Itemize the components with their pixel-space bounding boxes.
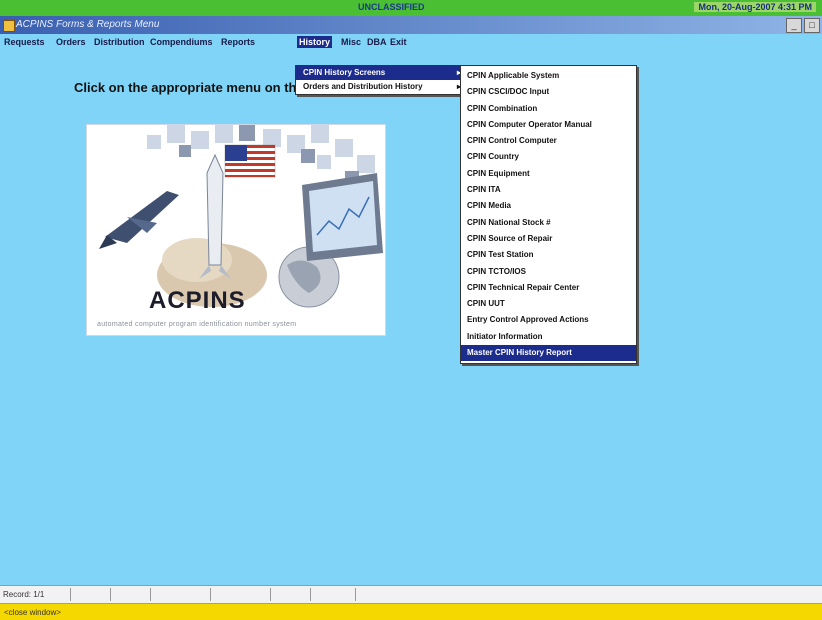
- menu-exit[interactable]: Exit: [388, 36, 409, 48]
- app-icon: [3, 20, 15, 32]
- classification-label: UNCLASSIFIED: [358, 2, 425, 12]
- submenu-item-master-cpin-history-report[interactable]: Master CPIN History Report: [461, 345, 636, 362]
- cpin-history-submenu: CPIN Applicable System CPIN CSCI/DOC Inp…: [460, 65, 637, 365]
- submenu-item-entry-control-approved-actions[interactable]: Entry Control Approved Actions: [461, 312, 636, 328]
- hint-bar: <close window>: [0, 603, 822, 620]
- menu-misc[interactable]: Misc: [339, 36, 363, 48]
- submenu-item-uut[interactable]: CPIN UUT: [461, 296, 636, 312]
- submenu-item-country[interactable]: CPIN Country: [461, 149, 636, 165]
- acpins-tagline: automated computer program identificatio…: [97, 321, 297, 328]
- acpins-logo-text: ACPINS: [149, 287, 246, 314]
- window-titlebar[interactable]: ACPINS Forms & Reports Menu _ □: [0, 16, 822, 34]
- history-item-cpin-screens[interactable]: CPIN History Screens ▸: [296, 66, 466, 80]
- submenu-item-source-of-repair[interactable]: CPIN Source of Repair: [461, 231, 636, 247]
- menu-history[interactable]: History: [297, 36, 333, 48]
- menu-bar: Requests Orders Distribution Compendiums…: [0, 34, 822, 50]
- submenu-item-ita[interactable]: CPIN ITA: [461, 182, 636, 198]
- history-dropdown: CPIN History Screens ▸ Orders and Distri…: [295, 65, 467, 95]
- datetime-display: Mon, 20-Aug-2007 4:31 PM: [694, 2, 816, 12]
- history-item-label: Orders and Distribution History: [303, 82, 423, 91]
- submenu-item-control-computer[interactable]: CPIN Control Computer: [461, 133, 636, 149]
- submenu-item-combination[interactable]: CPIN Combination: [461, 101, 636, 117]
- minimize-button[interactable]: _: [786, 18, 802, 33]
- menu-compendiums[interactable]: Compendiums: [148, 36, 215, 48]
- menu-distribution[interactable]: Distribution: [92, 36, 147, 48]
- submenu-item-test-station[interactable]: CPIN Test Station: [461, 247, 636, 263]
- maximize-button[interactable]: □: [804, 18, 820, 33]
- menu-dba[interactable]: DBA: [365, 36, 389, 48]
- menu-reports[interactable]: Reports: [219, 36, 257, 48]
- submenu-item-tcto-ios[interactable]: CPIN TCTO/IOS: [461, 264, 636, 280]
- history-item-orders-distribution[interactable]: Orders and Distribution History ▸: [296, 80, 466, 94]
- menu-orders[interactable]: Orders: [54, 36, 88, 48]
- submenu-item-media[interactable]: CPIN Media: [461, 198, 636, 214]
- status-divider: [70, 588, 71, 601]
- submenu-item-csci-doc-input[interactable]: CPIN CSCI/DOC Input: [461, 84, 636, 100]
- classification-banner: UNCLASSIFIED Mon, 20-Aug-2007 4:31 PM: [0, 0, 822, 16]
- status-divider: [150, 588, 151, 601]
- status-divider: [355, 588, 356, 601]
- window-title: ACPINS Forms & Reports Menu: [16, 19, 160, 30]
- status-divider: [110, 588, 111, 601]
- submenu-item-initiator-information[interactable]: Initiator Information: [461, 329, 636, 345]
- status-divider: [270, 588, 271, 601]
- status-bar: Record: 1/1: [0, 585, 822, 603]
- acpins-splash-image: ACPINS automated computer program identi…: [86, 124, 386, 336]
- status-divider: [210, 588, 211, 601]
- submenu-item-computer-operator-manual[interactable]: CPIN Computer Operator Manual: [461, 117, 636, 133]
- status-divider: [310, 588, 311, 601]
- hint-text: <close window>: [4, 608, 61, 617]
- submenu-item-applicable-system[interactable]: CPIN Applicable System: [461, 68, 636, 84]
- submenu-item-technical-repair-center[interactable]: CPIN Technical Repair Center: [461, 280, 636, 296]
- submenu-item-equipment[interactable]: CPIN Equipment: [461, 166, 636, 182]
- instruction-text: Click on the appropriate menu on th: [74, 80, 297, 95]
- record-indicator: Record: 1/1: [3, 590, 45, 599]
- submenu-item-national-stock[interactable]: CPIN National Stock #: [461, 215, 636, 231]
- menu-requests[interactable]: Requests: [2, 36, 47, 48]
- history-item-label: CPIN History Screens: [303, 68, 386, 77]
